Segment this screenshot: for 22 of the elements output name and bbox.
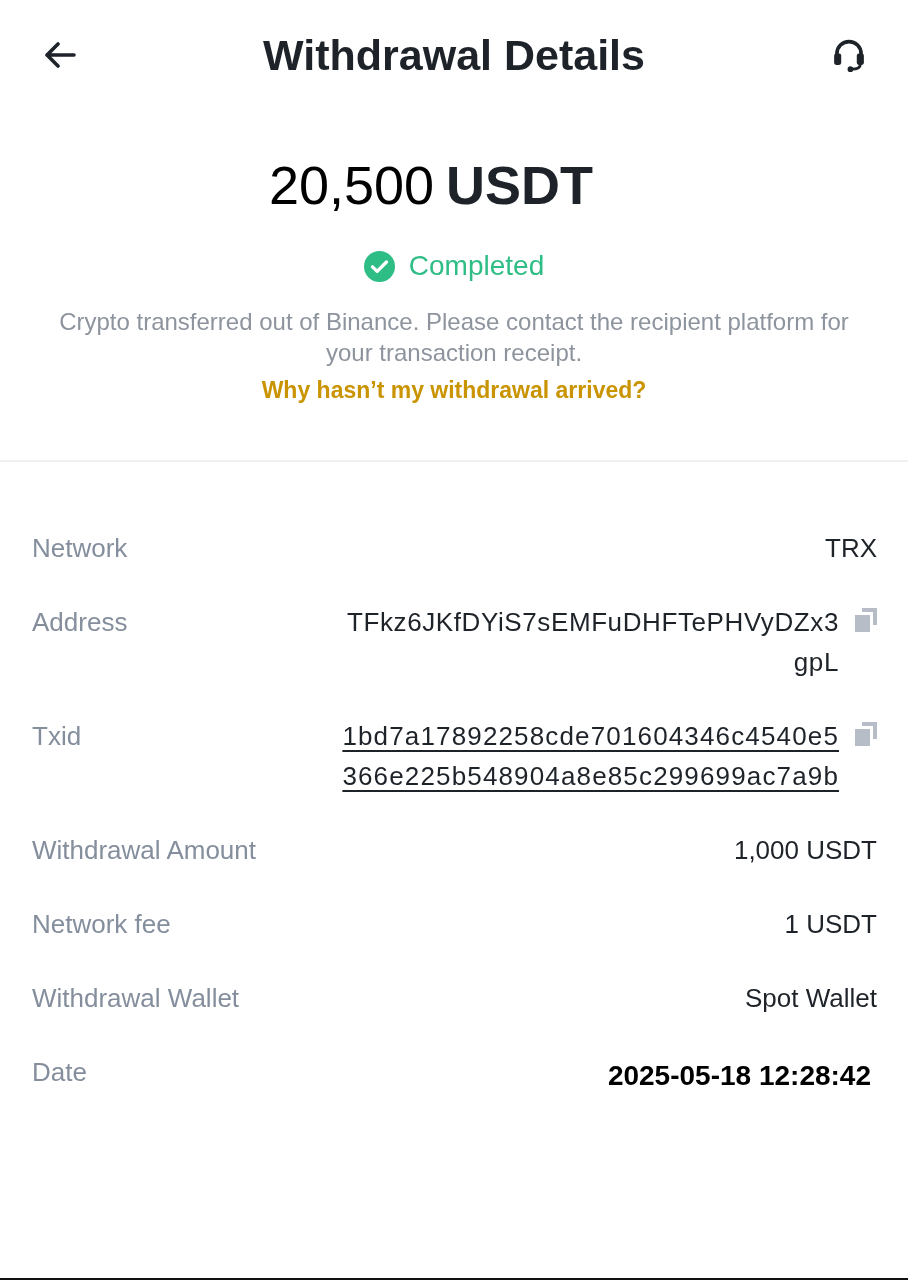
detail-label: Address [32, 606, 128, 639]
detail-value: TRX [825, 532, 877, 565]
detail-value: Spot Wallet [745, 982, 877, 1015]
detail-value: 2025-05-18 12:28:42 [607, 1059, 871, 1093]
detail-label: Network [32, 532, 128, 565]
amount-value: 20,500 [268, 154, 435, 217]
check-circle-icon [363, 250, 395, 282]
detail-label: Withdrawal Wallet [32, 982, 240, 1015]
detail-label: Network fee [32, 908, 171, 941]
detail-value: 1,000 USDT [733, 834, 877, 867]
detail-label: Txid [32, 720, 82, 753]
transfer-note: Crypto transferred out of Binance. Please contact the recipient platform for your transaction receipt. [58, 307, 850, 368]
headset-icon [832, 38, 866, 72]
detail-value: 1 USDT [784, 908, 877, 941]
page-title: Withdrawal Details [263, 30, 645, 80]
back-arrow-icon [44, 42, 76, 68]
amount-currency: USDT [446, 154, 594, 217]
detail-label: Withdrawal Amount [32, 834, 256, 867]
status-label: Completed [408, 250, 545, 282]
detail-label: Date [32, 1056, 87, 1089]
txid-link[interactable]: 1bd7a17892258cde701604346c4540e5366e225b548904a8e85c299699ac7a9b [335, 716, 839, 796]
detail-value: TFkz6JKfDYiS7sEMFuDHFTePHVyDZx3gpL [346, 606, 839, 679]
